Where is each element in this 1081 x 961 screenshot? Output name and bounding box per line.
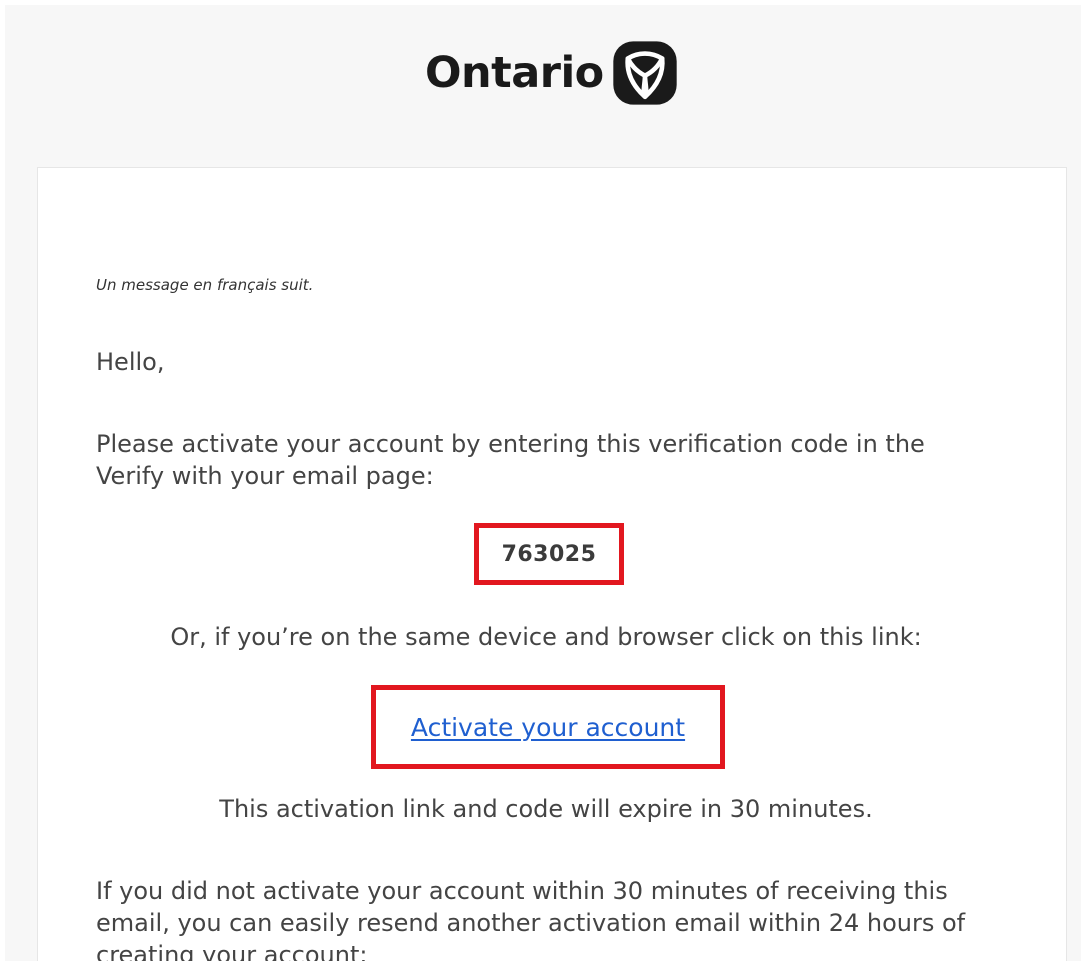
email-body-card: Un message en français suit. Hello, Plea… [37, 167, 1067, 961]
trillium-icon [613, 41, 677, 105]
french-note: Un message en français suit. [96, 276, 314, 294]
activate-link-highlight: Activate your account [371, 685, 725, 769]
activate-account-link[interactable]: Activate your account [411, 713, 685, 742]
verification-code-highlight: 763025 [474, 523, 624, 585]
email-header: Ontario [5, 5, 1081, 165]
resend-note: If you did not activate your account wit… [96, 877, 966, 961]
greeting: Hello, [96, 348, 165, 376]
email-viewer: Ontario Un message en français suit. Hel… [5, 5, 1081, 961]
expiry-note: This activation link and code will expir… [219, 795, 873, 823]
verification-code: 763025 [501, 541, 597, 567]
instruction-text: Please activate your account by entering… [96, 430, 925, 490]
alt-instruction: Or, if you’re on the same device and bro… [170, 623, 922, 651]
logo-text: Ontario [425, 47, 604, 98]
ontario-logo: Ontario [425, 39, 678, 107]
